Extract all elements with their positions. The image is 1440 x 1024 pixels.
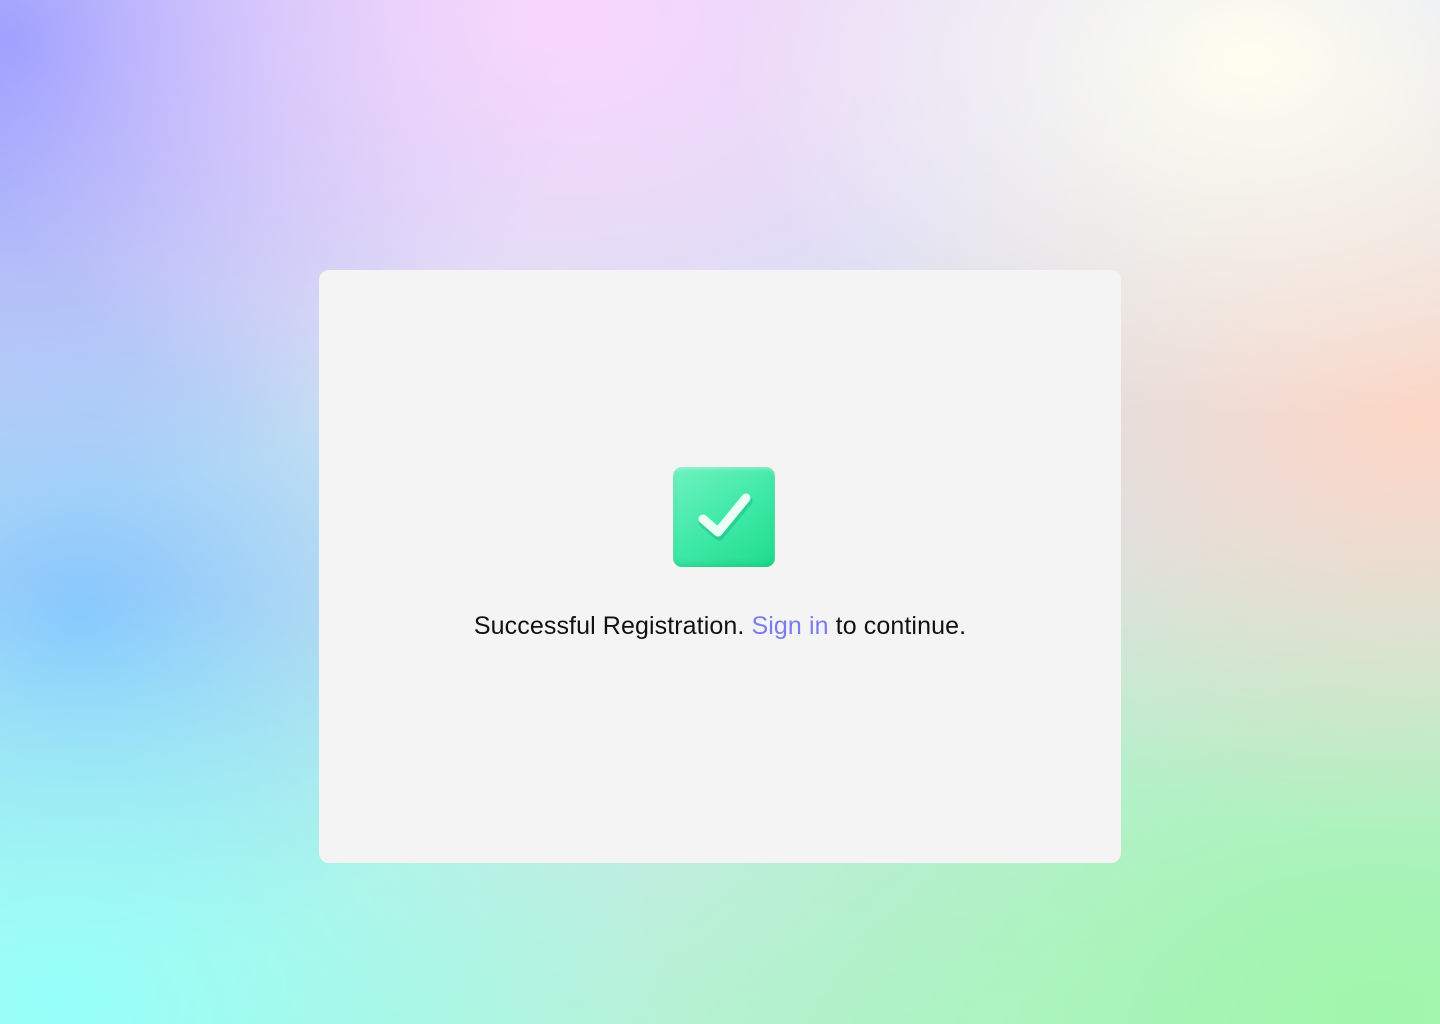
check-icon	[698, 493, 753, 541]
message-prefix: Successful Registration.	[473, 612, 745, 640]
sign-in-link[interactable]: Sign in	[751, 612, 828, 640]
success-badge	[673, 467, 775, 567]
success-message: Successful Registration. Sign in to cont…	[319, 607, 1121, 645]
success-card: Successful Registration. Sign in to cont…	[319, 270, 1121, 863]
message-suffix: to continue.	[835, 612, 967, 640]
